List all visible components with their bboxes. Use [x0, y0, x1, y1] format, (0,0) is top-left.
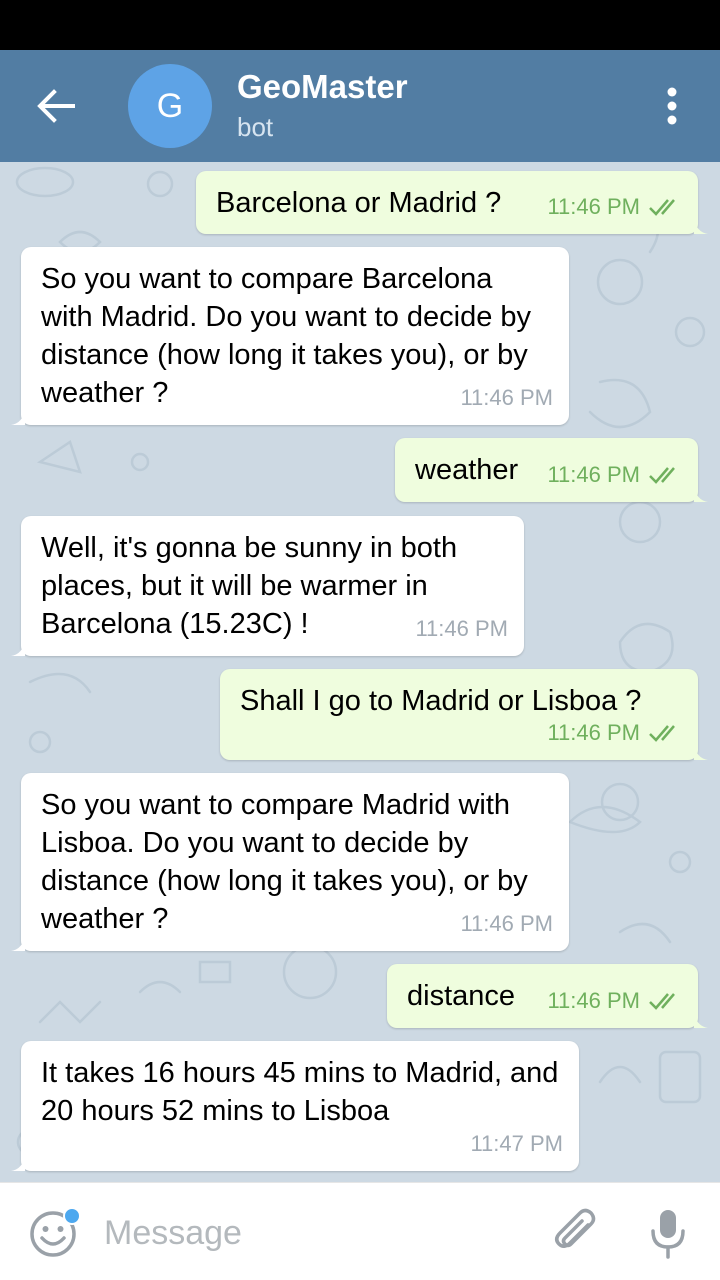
back-button[interactable] [22, 72, 90, 140]
message-bubble-outgoing[interactable]: Barcelona or Madrid ? 11:46 PM [196, 171, 708, 234]
message-text: It takes 16 hours 45 mins to Madrid, and… [41, 1057, 559, 1127]
double-check-icon [648, 198, 682, 216]
message-bubble-outgoing[interactable]: Shall I go to Madrid or Lisboa ? 11:46 P… [220, 669, 708, 760]
message-bubble-incoming[interactable]: Well, it's gonna be sunny in both places… [11, 516, 524, 656]
message-time: 11:46 PM [547, 988, 640, 1013]
chat-subtitle: bot [237, 112, 274, 142]
chat-title[interactable]: GeoMaster [237, 68, 408, 106]
message-meta: 11:46 PM [547, 714, 682, 752]
message-bubble-outgoing[interactable]: weather 11:46 PM [395, 438, 708, 502]
attach-button[interactable] [550, 1207, 602, 1259]
double-check-icon [648, 992, 682, 1010]
more-vertical-icon [667, 87, 677, 125]
notification-dot [63, 1207, 81, 1225]
double-check-icon [648, 466, 682, 484]
arrow-left-icon [37, 89, 75, 123]
message-meta: 11:46 PM [547, 188, 682, 226]
message-time: 11:46 PM [547, 462, 640, 487]
message-meta: 11:46 PM [415, 610, 508, 648]
message-meta: 11:46 PM [460, 905, 553, 943]
message-meta: 11:46 PM [547, 982, 682, 1020]
double-check-icon [648, 724, 682, 742]
message-meta: 11:46 PM [547, 456, 682, 494]
avatar[interactable]: G [128, 64, 212, 148]
message-time: 11:46 PM [547, 720, 640, 745]
more-menu-button[interactable] [650, 78, 694, 134]
avatar-letter: G [156, 86, 184, 125]
paperclip-icon [555, 1208, 596, 1248]
message-bubble-outgoing[interactable]: distance 11:46 PM [387, 964, 708, 1028]
message-meta: 11:47 PM [470, 1125, 563, 1163]
message-bubble-incoming[interactable]: So you want to compare Barcelona with Ma… [11, 247, 569, 425]
voice-record-button[interactable] [648, 1207, 688, 1261]
message-time: 11:46 PM [547, 194, 640, 219]
message-bubble-incoming[interactable]: So you want to compare Madrid with Lisbo… [11, 773, 569, 951]
message-time: 11:46 PM [460, 385, 553, 410]
message-input[interactable] [104, 1209, 524, 1257]
message-meta: 11:46 PM [460, 379, 553, 417]
message-list[interactable]: Barcelona or Madrid ? 11:46 PM So you wa… [0, 162, 720, 1182]
message-bubble-incoming[interactable]: It takes 16 hours 45 mins to Madrid, and… [11, 1041, 579, 1171]
message-time: 11:47 PM [470, 1131, 563, 1156]
message-time: 11:46 PM [415, 616, 508, 641]
status-bar [0, 0, 720, 50]
message-composer [0, 1182, 720, 1280]
microphone-icon [651, 1210, 685, 1259]
chat-header: G GeoMaster bot [0, 50, 720, 162]
message-time: 11:46 PM [460, 911, 553, 936]
